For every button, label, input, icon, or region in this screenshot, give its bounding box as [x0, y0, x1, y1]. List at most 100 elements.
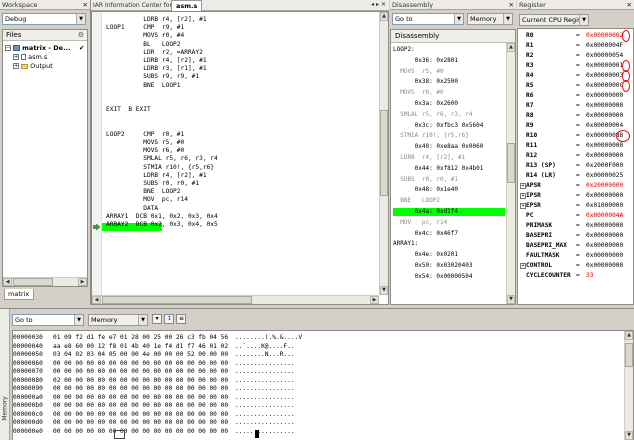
register-row[interactable]: CYCLECOUNTER = 33	[520, 271, 624, 281]
register-close-icon[interactable]: ✕	[627, 0, 632, 9]
code-line[interactable]: SUBS r0, r0, #1	[106, 180, 199, 188]
scroll-thumb[interactable]	[625, 343, 633, 367]
disasm-label[interactable]: ARRAY1:	[393, 240, 513, 248]
chevron-down-icon[interactable]: ▼	[74, 315, 83, 325]
register-row[interactable]: + CONTROL = 0x00000000	[520, 261, 624, 271]
chevron-down-icon[interactable]: ▼	[76, 14, 85, 24]
memory-hex-bytes[interactable]: aa e8 60 00 12 f8 01 4b 40 1e f4 d1 f7 4…	[53, 343, 228, 351]
scroll-down-icon[interactable]: ▼	[507, 295, 515, 304]
code-editor[interactable]: LDRB r4, [r2], #1 LOOP1 CMP r9, #1 MOVS r…	[91, 11, 389, 305]
register-row[interactable]: R1 = 0x0000004F	[520, 41, 624, 51]
memory-row[interactable]: 00000050 03 04 02 03 04 05 00 00 4e 00 00…	[13, 351, 613, 359]
register-value[interactable]: 33	[586, 271, 593, 281]
code-line[interactable]: LDRB r3, [r1], #1	[106, 65, 206, 73]
register-value[interactable]: 0x0000000C	[586, 81, 623, 91]
code-line[interactable]: MOVS r6, #0	[106, 147, 184, 155]
memory-row[interactable]: 000000d0 00 00 00 00 00 00 00 00 00 00 00…	[13, 419, 613, 427]
scroll-thumb[interactable]	[507, 143, 515, 183]
disasm-address-line[interactable]: 0x54: 0x00000504	[393, 273, 513, 281]
editor-vscroll[interactable]: ▲ ▼	[379, 12, 388, 295]
expand-icon[interactable]: +	[13, 63, 19, 69]
memory-row[interactable]: 000000c0 00 00 00 00 00 00 00 00 00 00 00…	[13, 411, 613, 419]
memory-hex-bytes[interactable]: 00 00 00 00 00 00 00 00 00 00 00 00 00 0…	[53, 411, 228, 419]
code-line[interactable]: LDR r2, =ARRAY2	[106, 49, 203, 57]
register-row[interactable]: PRIMASK = 0x00000000	[520, 221, 624, 231]
scroll-thumb[interactable]	[380, 110, 388, 196]
disasm-goto-input[interactable]: Go to ▼	[392, 13, 464, 25]
scroll-down-icon[interactable]: ▼	[380, 286, 388, 295]
code-line[interactable]: SUBS r9, r9, #1	[106, 73, 199, 81]
memory-row[interactable]: 000000e0 00 00 00 00 00 00 00 00 00 00 00…	[13, 428, 613, 436]
register-row[interactable]: FAULTMASK = 0x00000000	[520, 251, 624, 261]
code-line[interactable]: LDRB r4, [r2], #1	[106, 172, 206, 180]
disasm-source-line[interactable]: BNE LOOP2	[393, 197, 513, 205]
workspace-close-icon[interactable]: ✕	[83, 0, 88, 9]
register-title-bar[interactable]: Register ✕	[517, 0, 634, 10]
code-line[interactable]: STMIA r10!, {r5,r6}	[106, 164, 214, 172]
disasm-source-line[interactable]: STMIA r10!, {r5,r6}	[393, 132, 513, 140]
memory-bookmark-icon[interactable]: ↕	[164, 314, 175, 324]
memory-hex-bytes[interactable]: 00 00 00 00 00 00 00 00 00 00 00 00 00 0…	[53, 428, 228, 436]
register-value[interactable]: 0x00000003	[586, 71, 623, 81]
memory-hex-bytes[interactable]: 03 04 02 03 04 05 00 00 4e 00 00 00 52 0…	[53, 351, 228, 359]
register-row[interactable]: + IPSR = 0x00000000	[520, 191, 624, 201]
code-line[interactable]: BL LOOP2	[106, 41, 180, 49]
register-value[interactable]: 0x00000000	[586, 151, 623, 161]
tab-nav-icons[interactable]: ◂ ▸ ✕	[371, 0, 386, 10]
register-row[interactable]: + EPSR = 0x01000000	[520, 201, 624, 211]
memory-row[interactable]: 00000080 02 00 00 00 00 00 00 00 00 00 00…	[13, 377, 613, 385]
code-line[interactable]: LDRB r4, [r2], #1	[106, 57, 206, 65]
code-line[interactable]: SMLAL r5, r6, r3, r4	[106, 155, 218, 163]
register-row[interactable]: R5 = 0x0000000C	[520, 81, 624, 91]
disassembly-view[interactable]: Disassembly LOOP2: 0x36: 0x2801 MOVS r5,…	[390, 29, 516, 305]
register-value[interactable]: 0x00000000	[586, 231, 623, 241]
register-row[interactable]: R7 = 0x00000000	[520, 101, 624, 111]
code-line[interactable]: MOV pc, r14	[106, 196, 188, 204]
memory-hex-bytes[interactable]: 00 00 00 00 00 00 00 00 00 00 00 00 00 0…	[53, 360, 228, 368]
code-line[interactable]: DATA	[106, 205, 158, 213]
register-row[interactable]: R10 = 0x00000088	[520, 131, 624, 141]
code-line[interactable]: ARRAY1 DCB 0x1, 0x2, 0x3, 0x4	[106, 213, 218, 221]
memory-vscroll[interactable]: ▲ ▼	[624, 331, 633, 440]
scroll-right-icon[interactable]: ▶	[370, 296, 379, 304]
scroll-left-icon[interactable]: ◀	[3, 278, 12, 286]
chevron-down-icon[interactable]: ▼	[138, 315, 147, 325]
disassembly-close-icon[interactable]: ✕	[509, 0, 514, 9]
memory-hex-bytes[interactable]: 00 00 00 00 00 00 00 00 00 00 00 00 00 0…	[53, 385, 228, 393]
register-row[interactable]: R0 = 0x00000002	[520, 31, 624, 41]
tree-item-project[interactable]: − matrix - De... ✔	[5, 44, 84, 53]
register-row[interactable]: R3 = 0x00000001	[520, 61, 624, 71]
tab-asm[interactable]: asm.s	[171, 0, 203, 11]
register-row[interactable]: R2 = 0x00000054	[520, 51, 624, 61]
memory-row[interactable]: 00000070 00 00 00 00 00 00 00 00 00 00 00…	[13, 368, 613, 376]
register-value[interactable]: 0x00000000	[586, 101, 623, 111]
memory-row[interactable]: 00000060 00 00 00 00 00 00 00 00 00 00 00…	[13, 360, 613, 368]
register-row[interactable]: BASEPRI = 0x00000000	[520, 231, 624, 241]
disasm-address-line[interactable]: 0x4a: 0xd1f4	[393, 208, 505, 216]
expand-icon[interactable]: +	[13, 54, 19, 60]
code-line[interactable]: BNE LOOP1	[106, 82, 180, 90]
register-row[interactable]: PC = 0x0000004A	[520, 211, 624, 221]
register-value[interactable]: 0x20000000	[586, 181, 623, 191]
scroll-up-icon[interactable]: ▲	[507, 43, 515, 52]
register-value[interactable]: 0x01000000	[586, 201, 623, 211]
code-line[interactable]: MOVS r0, #4	[106, 32, 184, 40]
memory-layout-icon[interactable]: ▾	[152, 314, 162, 324]
register-value[interactable]: 0x00000000	[586, 221, 623, 231]
memory-sidebar[interactable]: Memory	[0, 309, 10, 440]
register-value[interactable]: 0x00000000	[586, 91, 623, 101]
disasm-memory-select[interactable]: Memory ▼	[467, 13, 513, 25]
memory-hex-bytes[interactable]: 02 00 00 00 00 00 00 00 00 00 00 00 00 0…	[53, 377, 228, 385]
disasm-source-line[interactable]: MOVS r6, #0	[393, 89, 513, 97]
memory-row[interactable]: 00000090 00 00 00 00 00 00 00 00 00 00 00…	[13, 385, 613, 393]
register-value[interactable]: 0x00000002	[586, 31, 623, 41]
register-value[interactable]: 0x00000000	[586, 111, 623, 121]
memory-row[interactable]: 000000b0 00 00 00 00 00 00 00 00 00 00 00…	[13, 402, 613, 410]
memory-hex-bytes[interactable]: 00 00 00 00 00 00 00 00 00 00 00 00 00 0…	[53, 419, 228, 427]
memory-row[interactable]: 00000030 01 09 f2 d1 fe e7 01 28 00 25 00…	[13, 334, 613, 342]
memory-toolbar-icons[interactable]: ▾ ↕ ≡	[152, 314, 187, 326]
memory-hex-bytes[interactable]: 00 00 00 00 00 00 00 00 00 00 00 00 00 0…	[53, 368, 228, 376]
tools-icon[interactable]: ⚙	[78, 30, 84, 41]
disasm-address-line[interactable]: 0x3c: 0xfbc3 0x5604	[393, 122, 513, 130]
disasm-address-line[interactable]: 0x4c: 0x46f7	[393, 230, 513, 238]
